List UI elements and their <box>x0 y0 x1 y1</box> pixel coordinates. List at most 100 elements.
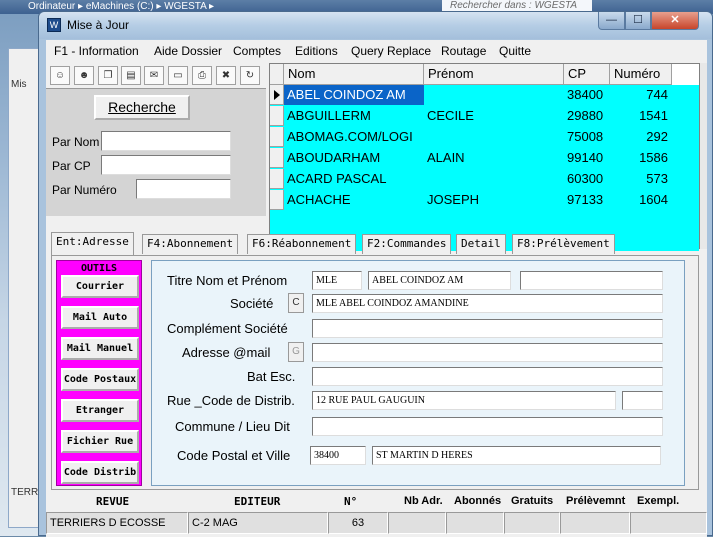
par-nom-label: Par Nom <box>52 135 100 149</box>
adresse-mail-label: Adresse @mail <box>182 345 271 360</box>
folder-icon[interactable]: ▭ <box>168 66 188 85</box>
row-indicator <box>270 85 284 105</box>
cell-cp: 29880 <box>567 108 604 123</box>
gratuits-header: Gratuits <box>511 495 554 507</box>
code-distrib-button[interactable]: Code Distrib <box>61 461 139 484</box>
complement-societe-label: Complément Société <box>167 321 288 336</box>
exemplaires-value <box>630 512 707 534</box>
tab-reabonnement[interactable]: F6:Réabonnement <box>247 234 357 254</box>
code-postal-ville-label: Code Postal et Ville <box>177 448 291 463</box>
row-indicator <box>270 148 284 168</box>
cell-numero: 1604 <box>639 192 668 207</box>
cell-numero: 1541 <box>639 108 668 123</box>
background-window[interactable]: Mis TERRI <box>8 48 42 528</box>
cell-nom: ABGUILLERM <box>287 108 371 123</box>
tab-commandes[interactable]: F2:Commandes <box>362 234 452 254</box>
editeur-value: C-2 MAG <box>188 512 328 534</box>
mail-manuel-button[interactable]: Mail Manuel <box>61 337 139 360</box>
cell-nom: ABOUDARHAM <box>287 150 381 165</box>
row-indicator <box>270 127 284 147</box>
address-form: Titre Nom et Prénom MLE ABEL COINDOZ AM … <box>151 260 685 486</box>
table-row[interactable]: ABOMAG.COM/LOGI 75008 292 <box>270 127 672 147</box>
grid-body: ABEL COINDOZ AM 38400 744 ABGUILLERM CEC… <box>270 85 699 251</box>
users-icon[interactable]: ☺ <box>50 66 70 85</box>
mail-auto-button[interactable]: Mail Auto <box>61 306 139 329</box>
menu-item-information[interactable]: F1 - Information <box>54 44 139 58</box>
commune-input[interactable] <box>312 417 663 436</box>
table-row[interactable]: ACARD PASCAL 60300 573 <box>270 169 672 189</box>
tab-prelevement[interactable]: F8:Prélèvement <box>512 234 615 254</box>
par-cp-input[interactable] <box>101 155 231 175</box>
complement-societe-input[interactable] <box>312 319 663 338</box>
cell-nom: ACHACHE <box>287 192 351 207</box>
bat-esc-label: Bat Esc. <box>247 369 296 384</box>
menu-item-comptes[interactable]: Comptes <box>233 44 281 58</box>
cell-cp: 97133 <box>567 192 604 207</box>
code-postaux-button[interactable]: Code Postaux <box>61 368 139 391</box>
par-numero-input[interactable] <box>136 179 231 199</box>
table-row[interactable]: ABGUILLERM CECILE 29880 1541 <box>270 106 672 126</box>
close-button[interactable]: ✕ <box>651 12 699 30</box>
societe-c-button[interactable]: C <box>288 293 304 313</box>
gratuits-value <box>504 512 560 534</box>
nom-input[interactable]: ABEL COINDOZ AM <box>368 271 511 290</box>
prenom-input[interactable] <box>520 271 663 290</box>
bat-esc-input[interactable] <box>312 367 663 386</box>
cell-numero: 573 <box>646 171 668 186</box>
row-indicator <box>270 169 284 189</box>
table-row[interactable]: ACHACHE JOSEPH 97133 1604 <box>270 190 672 210</box>
menu-item-routage[interactable]: Routage <box>441 44 486 58</box>
maximize-button[interactable]: ☐ <box>625 12 651 30</box>
table-row[interactable]: ABOUDARHAM ALAIN 99140 1586 <box>270 148 672 168</box>
cell-prenom: ALAIN <box>427 150 465 165</box>
minimize-button[interactable]: — <box>598 12 625 30</box>
menu-item-editions[interactable]: Editions <box>295 44 338 58</box>
societe-input[interactable]: MLE ABEL COINDOZ AMANDINE <box>312 294 663 313</box>
rue-code-input[interactable] <box>622 391 663 410</box>
etranger-button[interactable]: Etranger <box>61 399 139 422</box>
adresse-tab-panel: OUTILS Courrier Mail Auto Mail Manuel Co… <box>51 255 699 490</box>
adresse-mail-input[interactable] <box>312 343 663 362</box>
mail-g-button[interactable]: G <box>288 342 304 362</box>
grid-corner <box>270 64 284 85</box>
column-header-numero[interactable]: Numéro <box>610 64 672 85</box>
commune-lieu-dit-label: Commune / Lieu Dit <box>175 419 290 434</box>
background-window-label: TERRI <box>11 487 41 498</box>
titre-input[interactable]: MLE <box>312 271 362 290</box>
revue-value: TERRIERS D ECOSSE <box>46 512 188 534</box>
summary-row: TERRIERS D ECOSSE C-2 MAG 63 <box>46 512 707 534</box>
refresh-icon[interactable]: ↻ <box>240 66 260 85</box>
prelevement-header: Prélèvemnt <box>566 495 626 507</box>
rue-code-distrib-label: Rue _Code de Distrib. <box>167 393 295 408</box>
ville-input[interactable]: ST MARTIN D HERES <box>372 446 661 465</box>
numero-header: N° <box>344 495 358 508</box>
tab-detail[interactable]: Detail <box>456 234 506 254</box>
user-add-icon[interactable]: ☻ <box>74 66 94 85</box>
menu-item-query-replace[interactable]: Query Replace <box>351 44 431 58</box>
delete-record-icon[interactable]: ✖ <box>216 66 236 85</box>
printer-icon[interactable]: ⎙ <box>192 66 212 85</box>
window-titlebar[interactable]: W Mise à Jour — ☐ ✕ <box>39 12 712 39</box>
clipboard-icon[interactable]: ▤ <box>121 66 141 85</box>
rue-input[interactable]: 12 RUE PAUL GAUGUIN <box>312 391 616 410</box>
column-header-cp[interactable]: CP <box>564 64 610 85</box>
menu-item-quitte[interactable]: Quitte <box>499 44 531 58</box>
abonnes-value <box>446 512 504 534</box>
menu-item-aide-dossier[interactable]: Aide Dossier <box>154 44 222 58</box>
column-header-prenom[interactable]: Prénom <box>424 64 564 85</box>
grid-scrollbar[interactable] <box>700 63 707 249</box>
column-header-nom[interactable]: Nom <box>284 64 424 85</box>
table-row[interactable]: ABEL COINDOZ AM 38400 744 <box>270 85 672 105</box>
recherche-button[interactable]: Recherche <box>94 95 190 120</box>
prelevement-value <box>560 512 630 534</box>
envelope-icon[interactable]: ✉ <box>144 66 164 85</box>
copy-icon[interactable]: ❐ <box>98 66 118 85</box>
tab-abonnement[interactable]: F4:Abonnement <box>142 234 239 254</box>
fichier-rue-button[interactable]: Fichier Rue <box>61 430 139 453</box>
window-client-area: F1 - Information Aide Dossier Comptes Ed… <box>46 40 707 537</box>
tab-adresse[interactable]: Ent:Adresse <box>51 232 134 255</box>
outils-title: OUTILS <box>80 263 118 274</box>
par-nom-input[interactable] <box>101 131 231 151</box>
code-postal-input[interactable]: 38400 <box>310 446 366 465</box>
courrier-button[interactable]: Courrier <box>61 275 139 298</box>
